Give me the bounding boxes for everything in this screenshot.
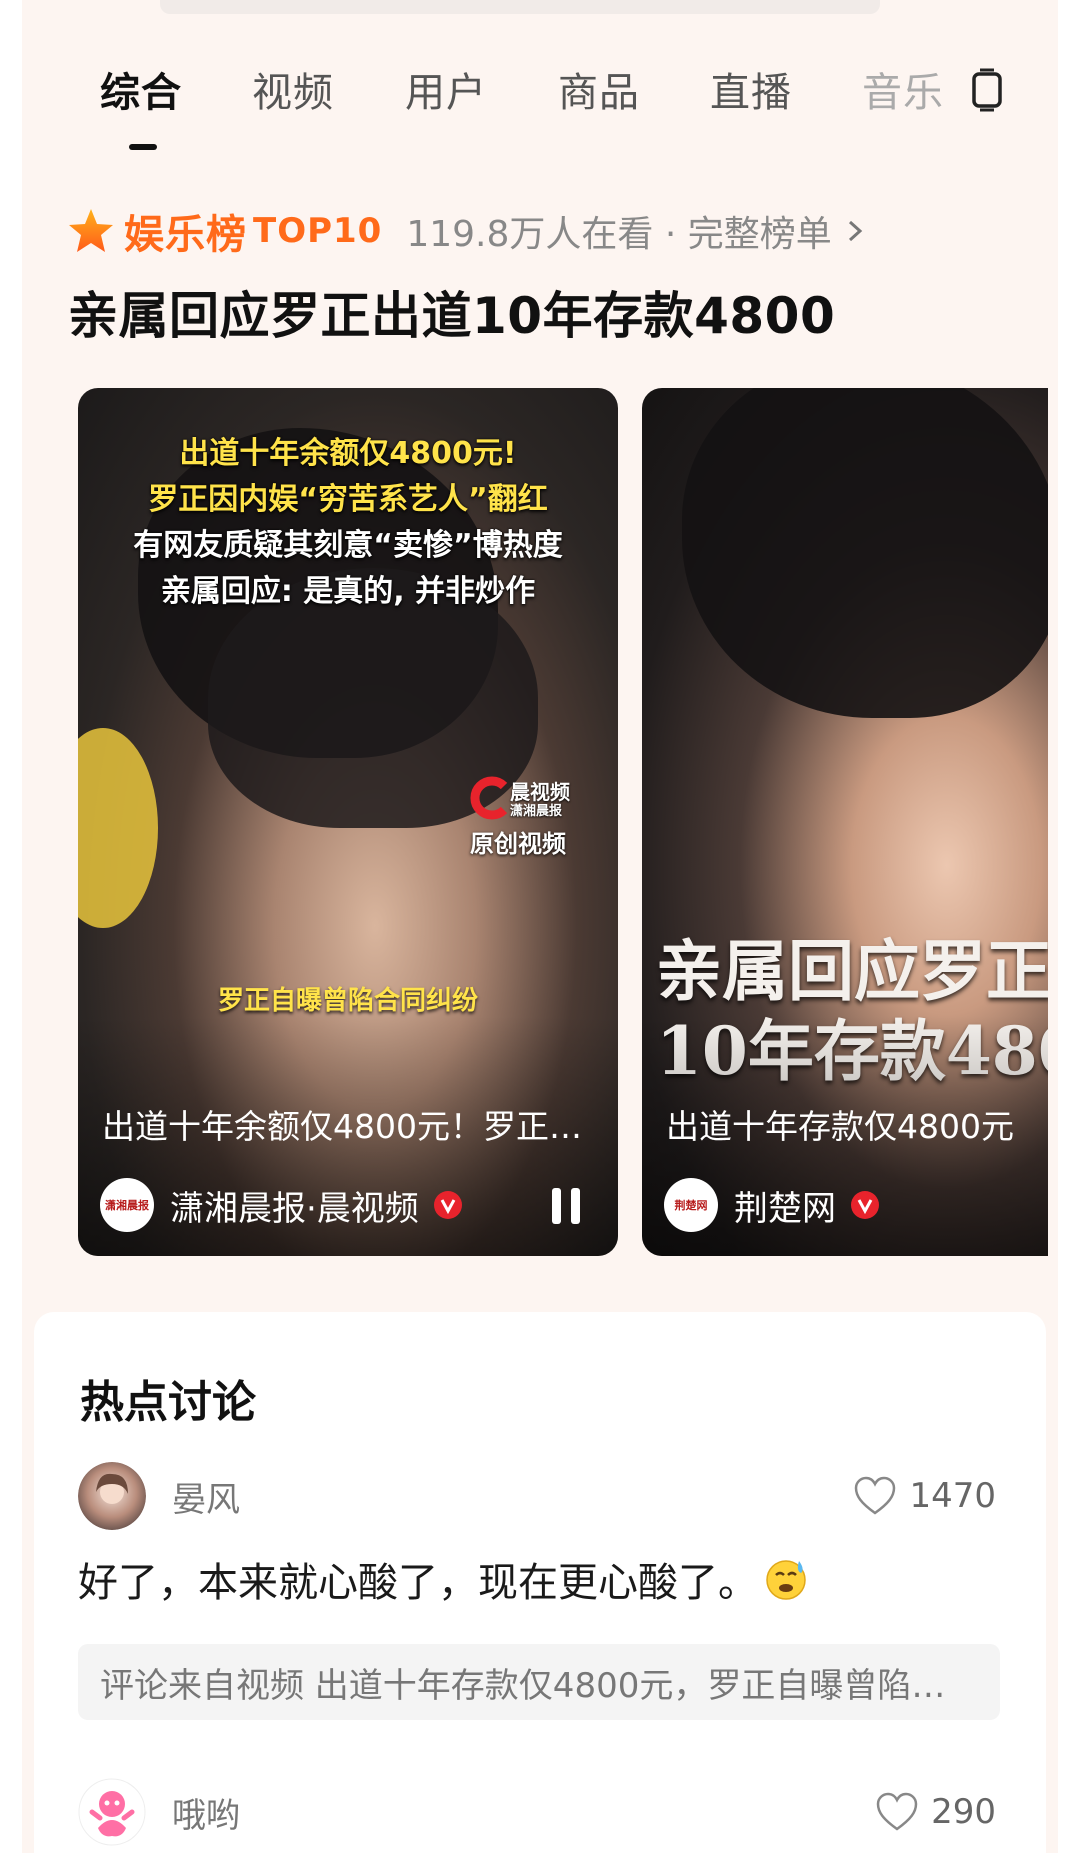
hot-discussion-panel: 热点讨论 晏风 1470 好了，本来就心酸了，现在更心酸了。 评论来自视频 出道… bbox=[34, 1312, 1046, 1853]
right-edge bbox=[1058, 0, 1080, 1853]
avatar bbox=[78, 1778, 146, 1846]
topic-headline[interactable]: 亲属回应罗正出道10年存款4800 bbox=[68, 276, 835, 348]
search-results-page: 综合 视频 用户 商品 直播 音乐 娱乐榜 TOP10 119.8万人在看 · … bbox=[0, 0, 1080, 1853]
channel-logo-icon bbox=[470, 776, 508, 820]
active-tab-indicator bbox=[129, 144, 157, 150]
star-icon bbox=[69, 209, 113, 252]
search-bar[interactable] bbox=[160, 0, 880, 14]
comment-source[interactable]: 评论来自视频 出道十年存款仅4800元，罗正自曝曾陷合同纠纷 bbox=[78, 1644, 1000, 1720]
verified-icon bbox=[851, 1191, 879, 1219]
tab-live[interactable]: 直播 bbox=[710, 60, 792, 118]
verified-icon bbox=[433, 1191, 462, 1219]
tab-music[interactable]: 音乐 bbox=[862, 60, 944, 118]
video-card[interactable]: 亲属回应罗正出 10年存款4800 出道十年存款仅4800元 荆楚网 荆楚网 bbox=[642, 388, 1048, 1256]
author-avatar: 潇湘晨报 bbox=[100, 1178, 154, 1232]
avatar bbox=[78, 1462, 146, 1530]
watermark-sub: 潇湘晨报 bbox=[510, 804, 563, 819]
overlay-caption: 出道十年余额仅4800元! bbox=[179, 436, 517, 471]
section-title: 热点讨论 bbox=[80, 1377, 256, 1428]
video-card[interactable]: 出道十年余额仅4800元! 罗正因内娱“穷苦系艺人”翻红 有网友质疑其刻意“卖惨… bbox=[78, 388, 618, 1256]
comment-text: 好了，本来就心酸了，现在更心酸了。 bbox=[78, 1560, 758, 1606]
tab-comprehensive[interactable]: 综合 bbox=[100, 60, 182, 118]
pause-icon[interactable] bbox=[548, 1186, 584, 1226]
video-author[interactable]: 潇湘晨报 潇湘晨报·晨视频 bbox=[100, 1178, 463, 1232]
tab-goods[interactable]: 商品 bbox=[558, 60, 640, 118]
overlay-caption: 亲属回应: 是真的, 并非炒作 bbox=[160, 574, 536, 609]
video-title: 出道十年存款仅4800元 bbox=[666, 1107, 1014, 1146]
like-button[interactable]: 1470 bbox=[853, 1462, 996, 1530]
watermark-tag: 原创视频 bbox=[470, 830, 566, 858]
overlay-caption: 罗正因内娱“穷苦系艺人”翻红 bbox=[148, 482, 548, 517]
like-count: 290 bbox=[931, 1792, 996, 1832]
video-title: 出道十年余额仅4800元！罗正因内娱“穷苦系艺人”翻红 bbox=[102, 1107, 582, 1146]
left-edge bbox=[0, 0, 22, 1853]
comment-user[interactable]: 晏风 bbox=[78, 1462, 240, 1530]
sweat-smile-emoji-icon bbox=[766, 1560, 806, 1600]
tab-video[interactable]: 视频 bbox=[252, 60, 334, 118]
comment-username: 哦哟 bbox=[172, 1795, 240, 1836]
comment-user[interactable]: 哦哟 bbox=[78, 1778, 240, 1846]
like-button[interactable]: 290 bbox=[875, 1778, 996, 1846]
ranking-badge: TOP10 bbox=[253, 211, 383, 251]
ranking-name: 娱乐榜 bbox=[124, 212, 247, 258]
comment-text-row: 好了，本来就心酸了，现在更心酸了。 bbox=[78, 1550, 808, 1608]
comment-username: 晏风 bbox=[172, 1479, 240, 1520]
author-name: 荆楚网 bbox=[734, 1188, 836, 1229]
ranking-row[interactable]: 娱乐榜 TOP10 119.8万人在看 · 完整榜单 bbox=[66, 203, 866, 259]
video-author[interactable]: 荆楚网 荆楚网 bbox=[664, 1178, 880, 1232]
author-name: 潇湘晨报·晨视频 bbox=[170, 1188, 419, 1229]
tab-user[interactable]: 用户 bbox=[405, 60, 487, 118]
result-tabs: 综合 视频 用户 商品 直播 音乐 bbox=[100, 60, 1020, 155]
mid-caption: 罗正自曝曾陷合同纠纷 bbox=[217, 986, 478, 1016]
tab-menu-icon[interactable] bbox=[968, 68, 1006, 112]
comment-source-text: 评论来自视频 出道十年存款仅4800元，罗正自曝曾陷合同纠纷 bbox=[100, 1665, 978, 1706]
overlay-caption: 有网友质疑其刻意“卖惨”博热度 bbox=[133, 528, 563, 563]
heart-icon bbox=[876, 1792, 918, 1831]
heart-icon bbox=[855, 1476, 896, 1515]
chevron-right-icon bbox=[848, 220, 862, 242]
like-count: 1470 bbox=[909, 1476, 996, 1516]
author-avatar: 荆楚网 bbox=[664, 1178, 718, 1232]
ranking-meta[interactable]: 119.8万人在看 · 完整榜单 bbox=[406, 205, 831, 257]
